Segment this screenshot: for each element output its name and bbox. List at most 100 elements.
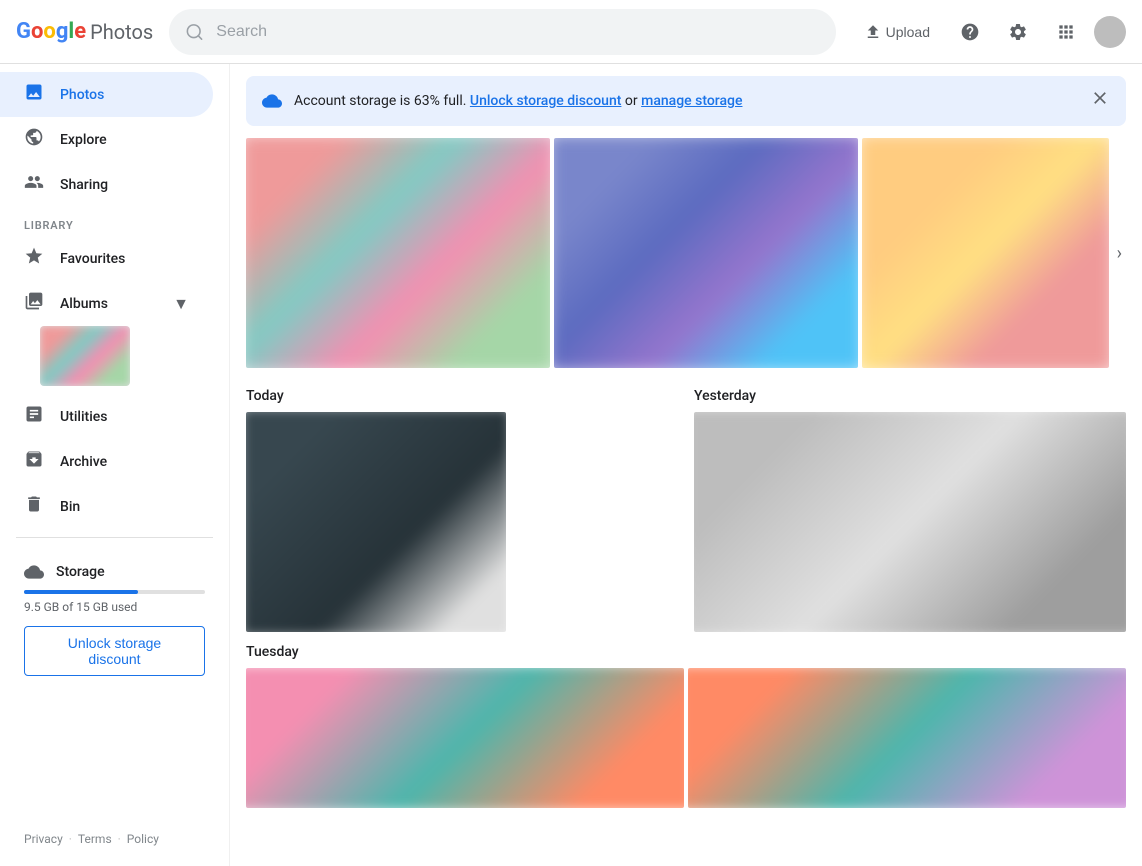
- search-input-wrap[interactable]: [169, 9, 835, 55]
- sharing-icon: [24, 172, 44, 197]
- photo-image-2: [554, 138, 858, 368]
- sidebar-item-archive[interactable]: Archive: [0, 439, 213, 484]
- tuesday-section: Tuesday: [246, 632, 1126, 808]
- album-thumb-image: [40, 326, 130, 386]
- sidebar-item-albums[interactable]: Albums ▼: [0, 281, 213, 326]
- utilities-icon: [24, 404, 44, 429]
- privacy-link[interactable]: Privacy: [24, 832, 63, 846]
- footer-dot-1: ·: [69, 832, 72, 846]
- storage-bar-fill: [24, 590, 138, 594]
- gear-icon: [1008, 22, 1028, 42]
- terms-link[interactable]: Terms: [78, 832, 112, 846]
- tuesday-photo-1[interactable]: [246, 668, 684, 808]
- album-thumbnail[interactable]: [40, 326, 130, 386]
- storage-bar: [24, 590, 205, 594]
- help-button[interactable]: [950, 12, 990, 52]
- sidebar-item-favourites[interactable]: Favourites: [0, 236, 213, 281]
- banner-text: Account storage is 63% full. Unlock stor…: [294, 93, 1078, 109]
- tuesday-photo-2-img: [688, 668, 1126, 808]
- today-photo-1[interactable]: [246, 412, 506, 632]
- upload-button[interactable]: Upload: [852, 12, 942, 52]
- featured-photo-1[interactable]: [246, 138, 550, 368]
- sidebar-item-explore-label: Explore: [60, 132, 107, 148]
- sidebar-item-photos-label: Photos: [60, 87, 104, 103]
- sidebar-item-favourites-label: Favourites: [60, 251, 125, 267]
- upload-icon: [864, 23, 882, 41]
- apps-button[interactable]: [1046, 12, 1086, 52]
- footer-dot-2: ·: [118, 832, 121, 846]
- cloud-icon: [24, 562, 44, 582]
- today-label: Today: [246, 376, 678, 412]
- apps-grid-icon: [1056, 22, 1076, 42]
- app-container: Google Photos Upload: [0, 0, 1142, 866]
- header-actions: Upload: [852, 12, 1126, 52]
- search-bar: [169, 9, 835, 55]
- sidebar: Photos Explore Sharing LIBRARY Favourit: [0, 64, 230, 866]
- sidebar-item-sharing-label: Sharing: [60, 177, 108, 193]
- storage-section: Storage 9.5 GB of 15 GB used Unlock stor…: [0, 546, 229, 692]
- search-input[interactable]: [216, 23, 819, 41]
- photo-image-1: [246, 138, 550, 368]
- yesterday-label: Yesterday: [694, 376, 1126, 412]
- storage-banner: Account storage is 63% full. Unlock stor…: [246, 76, 1126, 126]
- header: Google Photos Upload: [0, 0, 1142, 64]
- main-area: Photos Explore Sharing LIBRARY Favourit: [0, 64, 1142, 866]
- tuesday-photo-2[interactable]: [688, 668, 1126, 808]
- sidebar-item-sharing[interactable]: Sharing: [0, 162, 213, 207]
- search-icon: [185, 22, 204, 42]
- sidebar-item-bin-label: Bin: [60, 499, 80, 515]
- sidebar-item-utilities[interactable]: Utilities: [0, 394, 213, 439]
- featured-photos-row: ›: [246, 138, 1126, 368]
- sidebar-item-albums-label: Albums: [60, 296, 108, 312]
- policy-link[interactable]: Policy: [127, 832, 159, 846]
- close-icon: [1090, 88, 1110, 108]
- banner-unlock-link[interactable]: Unlock storage discount: [470, 93, 622, 109]
- featured-photo-2[interactable]: [554, 138, 858, 368]
- chevron-down-icon: ▼: [173, 294, 189, 314]
- banner-cloud-icon: [262, 91, 282, 111]
- explore-icon: [24, 127, 44, 152]
- banner-manage-link[interactable]: manage storage: [641, 93, 742, 109]
- today-section: Today: [246, 376, 678, 632]
- storage-label: Storage: [56, 564, 105, 580]
- yesterday-photo-1-img: [694, 412, 1126, 632]
- photos-icon: [24, 82, 44, 107]
- yesterday-photos: [694, 412, 1126, 632]
- yesterday-photo-1[interactable]: [694, 412, 1126, 632]
- tuesday-label: Tuesday: [246, 632, 1126, 668]
- bin-icon: [24, 494, 44, 519]
- today-photo-1-img: [246, 412, 506, 632]
- tuesday-photos: [246, 668, 1126, 808]
- avatar[interactable]: [1094, 16, 1126, 48]
- app-title: Photos: [90, 20, 153, 44]
- sidebar-item-utilities-label: Utilities: [60, 409, 107, 425]
- help-icon: [960, 22, 980, 42]
- sidebar-item-explore[interactable]: Explore: [0, 117, 213, 162]
- settings-button[interactable]: [998, 12, 1038, 52]
- scroll-indicator: ›: [1113, 138, 1126, 368]
- albums-icon: [24, 291, 44, 316]
- today-photos: [246, 412, 678, 632]
- photos-grid: Today Yesterday: [230, 376, 1142, 808]
- yesterday-section: Yesterday: [694, 376, 1126, 632]
- storage-header: Storage: [24, 562, 205, 582]
- library-section-label: LIBRARY: [0, 207, 229, 236]
- unlock-storage-button[interactable]: Unlock storage discount: [24, 626, 205, 676]
- sidebar-divider: [16, 537, 213, 538]
- favourites-icon: [24, 246, 44, 271]
- upload-label: Upload: [886, 24, 930, 40]
- featured-photo-3[interactable]: [862, 138, 1109, 368]
- sidebar-footer: Privacy · Terms · Policy: [0, 820, 229, 858]
- archive-icon: [24, 449, 44, 474]
- content: Account storage is 63% full. Unlock stor…: [230, 64, 1142, 866]
- today-yesterday-row: Today Yesterday: [246, 376, 1126, 632]
- google-logo: Google: [16, 19, 86, 44]
- sidebar-item-bin[interactable]: Bin: [0, 484, 213, 529]
- photo-image-3: [862, 138, 1109, 368]
- sidebar-item-photos[interactable]: Photos: [0, 72, 213, 117]
- logo[interactable]: Google Photos: [16, 19, 153, 44]
- sidebar-item-archive-label: Archive: [60, 454, 107, 470]
- banner-close-button[interactable]: [1090, 88, 1110, 114]
- storage-used-text: 9.5 GB of 15 GB used: [24, 600, 205, 614]
- tuesday-photo-1-img: [246, 668, 684, 808]
